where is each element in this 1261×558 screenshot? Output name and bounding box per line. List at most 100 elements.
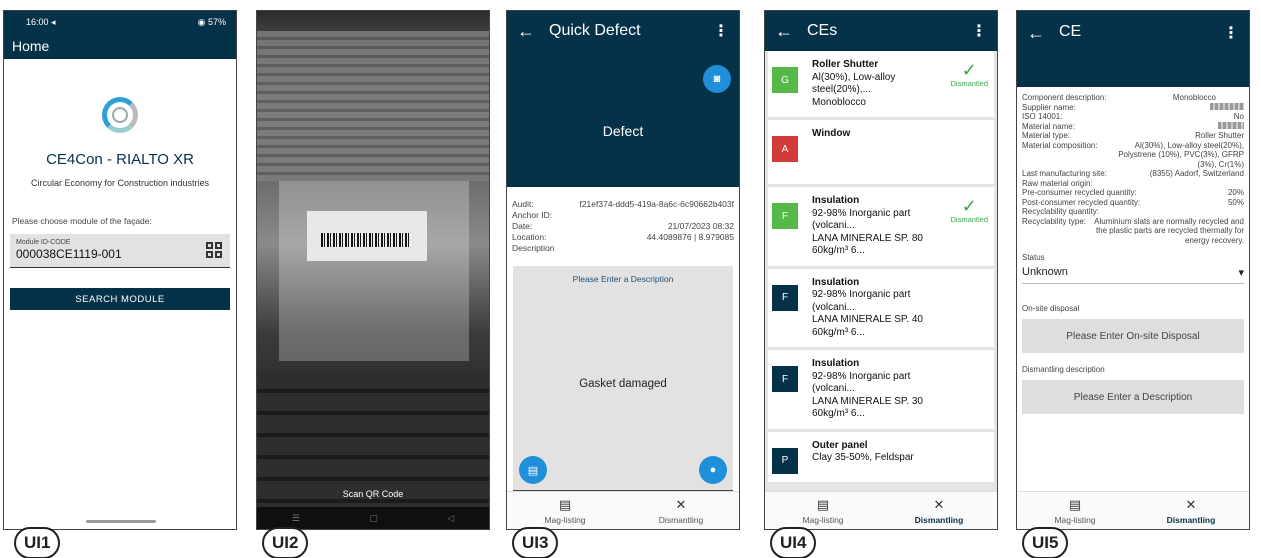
scan-instruction: Scan QR Code xyxy=(342,489,404,499)
module-prompt: Please choose module of the façade: xyxy=(12,216,152,226)
screen-ce-list: ← CEs ⋮ G Roller Shutter Al(30%), Low-al… xyxy=(764,10,998,530)
tab-mag-listing[interactable]: ▤ Mag-listing xyxy=(765,492,881,529)
app-bar: ← Quick Defect ⋮ xyxy=(507,11,739,51)
home-icon[interactable]: ▢ xyxy=(369,513,378,524)
ce-detail: Clay 35-50%, Feldspar xyxy=(812,452,914,463)
detail-row: Post-consumer recycled quantity: 50% xyxy=(1022,197,1244,207)
detail-row: Component description: Monoblocco xyxy=(1022,93,1216,102)
ce-detail: 92-98% Inorganic part xyxy=(812,207,911,219)
module-id-value[interactable]: 000038CE1119-001 xyxy=(16,247,224,261)
ce-detail: 92-98% Inorganic part xyxy=(812,289,911,300)
page-title: CE xyxy=(1059,23,1082,40)
detail-row: Material name: xyxy=(1022,121,1244,132)
description-input[interactable]: Please Enter a Description Gasket damage… xyxy=(513,266,733,491)
screen-ce-detail: ← CE ⋮ Component description: Monoblocco … xyxy=(1016,10,1250,530)
screen-label-ui3: UI3 xyxy=(512,527,559,558)
bottom-tab-bar: ▤ Mag-listing ✕ Dismantling xyxy=(507,491,739,529)
ce-detail: 60kg/m³ 6... xyxy=(812,408,865,419)
list-icon: ▤ xyxy=(816,496,830,512)
module-id-field[interactable]: Module ID-CODE 000038CE1119-001 xyxy=(10,234,230,268)
dismantling-description-input[interactable]: Please Enter a Description xyxy=(1022,380,1244,414)
ce-detail: 60kg/m³ 6... xyxy=(812,245,865,256)
status-indicators: ◉ 57% xyxy=(197,16,226,27)
ce-list: G Roller Shutter Al(30%), Low-alloy stee… xyxy=(765,51,997,491)
ce-grade-badge: F xyxy=(772,284,798,311)
screen-home: 16:00 ◂ ◉ 57% Home CE4Con - RIALTO XR Ci… xyxy=(3,10,237,530)
ce-name: Insulation xyxy=(812,358,860,369)
screen-label-ui2: UI2 xyxy=(262,527,309,558)
status-time: 16:00 ◂ xyxy=(26,16,56,27)
save-button[interactable]: ▤ xyxy=(519,456,547,484)
home-indicator[interactable] xyxy=(86,520,156,523)
meta-row: Date: 21/07/2023 08:32 xyxy=(512,221,734,231)
defect-title: Defect xyxy=(602,123,644,139)
ce-grade-badge: A xyxy=(772,136,798,162)
ce-name: Outer panel xyxy=(812,439,868,451)
back-arrow-icon[interactable]: ← xyxy=(517,21,535,42)
qr-scan-icon[interactable] xyxy=(206,242,222,258)
system-nav-bar: ☰ ▢ ◁ xyxy=(257,507,489,529)
more-vert-icon[interactable]: ⋮ xyxy=(1223,23,1239,43)
tab-mag-listing[interactable]: ▤ Mag-listing xyxy=(507,492,623,529)
dropdown-arrow-icon[interactable]: ▾ xyxy=(1238,266,1244,279)
back-arrow-icon[interactable]: ← xyxy=(1027,23,1045,44)
microphone-button[interactable]: ● xyxy=(699,456,727,484)
app-bar: ← CEs ⋮ xyxy=(765,11,997,51)
redacted-value xyxy=(1210,102,1244,110)
screen-label-ui5: UI5 xyxy=(1022,527,1069,558)
list-item[interactable]: F Insulation 92-98% Inorganic part (volc… xyxy=(768,187,994,266)
onsite-disposal-input[interactable]: Please Enter On-site Disposal xyxy=(1022,319,1244,353)
check-icon: ✓ xyxy=(961,60,977,80)
detail-row: Last manufacturing site: (8355) Aadorf, S… xyxy=(1022,169,1244,178)
app-bar: Home xyxy=(4,33,236,59)
tools-icon: ✕ xyxy=(675,496,687,512)
back-arrow-icon[interactable]: ← xyxy=(775,21,793,42)
list-item[interactable]: F Insulation 92-98% Inorganic part (volc… xyxy=(768,268,994,347)
ce-detail: (volcani... xyxy=(812,220,855,231)
detail-row: Material composition: Al(30%), Low-alloy … xyxy=(1022,140,1244,169)
status-select[interactable]: Status Unknown ▾ xyxy=(1017,245,1249,284)
more-vert-icon[interactable]: ⋮ xyxy=(971,21,987,41)
detail-row: Pre-consumer recycled quantity: 20% xyxy=(1022,188,1244,197)
screen-label-ui1: UI1 xyxy=(14,527,61,558)
list-item[interactable]: A Window xyxy=(768,120,994,184)
meta-row: Location: 44.4089876 | 8.979085 xyxy=(512,232,734,242)
status-label: Status xyxy=(1022,253,1045,262)
more-vert-icon[interactable]: ⋮ xyxy=(713,21,729,41)
ce-detail: (volcani... xyxy=(812,383,855,394)
tools-icon: ✕ xyxy=(1185,496,1197,512)
description-value[interactable]: Gasket damaged xyxy=(513,378,733,390)
module-id-label: Module ID-CODE xyxy=(16,239,71,246)
meta-row: Audit: f21ef374-ddd5-419a-8a6c-6c90662b40… xyxy=(512,199,734,209)
ce-detail: 92-98% Inorganic part xyxy=(812,370,911,382)
meta-row: Anchor ID: xyxy=(512,210,553,220)
detail-row: ISO 14001: No xyxy=(1022,112,1244,121)
page-title: CEs xyxy=(807,22,838,39)
tab-dismantling[interactable]: ✕ Dismantling xyxy=(1133,492,1249,529)
ce-name: Window xyxy=(812,128,851,139)
dismantled-status: ✓ Dismantled xyxy=(950,60,988,88)
list-item[interactable]: P Outer panel Clay 35-50%, Feldspar xyxy=(768,431,994,482)
tab-mag-listing[interactable]: ▤ Mag-listing xyxy=(1017,492,1133,529)
defect-header: ◙ Defect xyxy=(507,51,739,187)
tab-dismantling[interactable]: ✕ Dismantling xyxy=(881,492,997,529)
barcode-image xyxy=(321,233,411,247)
ce-detail: Monoblocco xyxy=(812,96,866,108)
list-item[interactable]: G Roller Shutter Al(30%), Low-alloy stee… xyxy=(768,51,994,117)
dismantled-status: ✓ Dismantled xyxy=(950,196,988,224)
tab-dismantling[interactable]: ✕ Dismantling xyxy=(623,492,739,529)
meta-row: Description xyxy=(512,243,555,253)
screen-scan: Scan QR Code ☰ ▢ ◁ xyxy=(256,10,490,530)
back-icon[interactable]: ◁ xyxy=(447,513,454,524)
menu-icon[interactable]: ☰ xyxy=(292,513,300,524)
camera-button[interactable]: ◙ xyxy=(703,65,731,93)
detail-row: Supplier name: xyxy=(1022,102,1244,113)
app-subtitle: Circular Economy for Construction indust… xyxy=(30,178,210,188)
page-title: Home xyxy=(12,38,50,54)
search-module-button[interactable]: SEARCH MODULE xyxy=(10,288,230,310)
ce-detail: Al(30%), Low-alloy xyxy=(812,71,896,83)
list-item[interactable]: F Insulation 92-98% Inorganic part (volc… xyxy=(768,350,994,429)
scan-frame xyxy=(279,181,469,361)
camera-shutter-view xyxy=(257,31,489,181)
dismantling-description-label: Dismantling description xyxy=(1022,365,1105,374)
